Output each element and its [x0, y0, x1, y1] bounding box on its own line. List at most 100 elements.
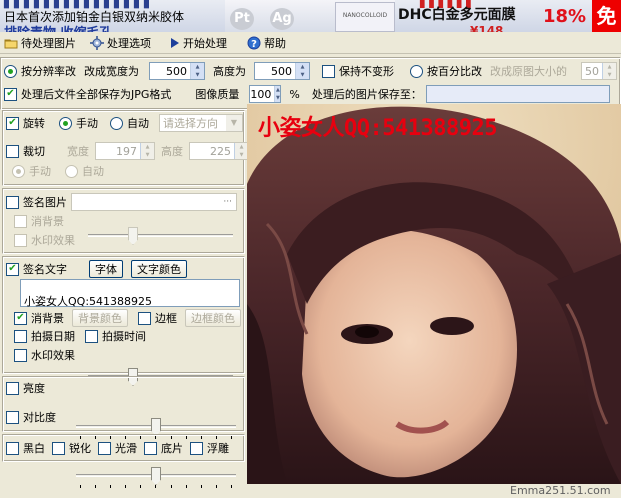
sign-text-watermark-checkbox[interactable] — [14, 348, 27, 362]
sign-text-watermark-row: 水印效果 — [14, 347, 75, 363]
shot-date-checkbox[interactable] — [14, 329, 27, 343]
menu-label: 开始处理 — [183, 37, 227, 50]
rotate-manual-label: 手动 — [76, 117, 98, 130]
crop-width-spinner[interactable]: 197 ▲ ▼ — [95, 142, 155, 160]
resolution-label: 按分辨率改 — [21, 65, 76, 78]
percent-label: 按百分比改 — [427, 65, 482, 78]
slider-thumb[interactable] — [151, 467, 161, 485]
rotate-auto-radio[interactable] — [110, 116, 123, 130]
sign-text-remove-bg-checkbox[interactable]: ✔ — [14, 311, 27, 325]
effect-emboss-checkbox[interactable] — [190, 441, 203, 455]
crop-height-spinner[interactable]: 225 ▲ ▼ — [189, 142, 249, 160]
crop-checkbox[interactable] — [6, 144, 19, 158]
sign-image-checkbox[interactable] — [6, 195, 19, 209]
keep-ratio-label: 保持不变形 — [339, 65, 394, 78]
crop-mode-row: 手动 自动 — [12, 163, 104, 179]
brightness-slider[interactable] — [76, 416, 236, 439]
menu-help[interactable]: ? 帮助 — [247, 35, 286, 51]
percent-radio[interactable] — [410, 64, 423, 78]
border-color-button[interactable]: 边框颜色 — [185, 309, 241, 327]
quality-label: 图像质量 — [195, 88, 240, 101]
crop-height-value: 225 — [210, 144, 231, 158]
output-row: ✔ 处理后文件全部保存为JPG格式 图像质量 100 ▲ ▼ % 处理后的图片保存… — [4, 85, 610, 103]
rotate-auto-label: 自动 — [127, 117, 149, 130]
sign-image-remove-bg-checkbox[interactable] — [14, 214, 27, 228]
sign-image-remove-bg-label: 消背景 — [31, 215, 64, 228]
rotate-direction-value: 请选择方向 — [163, 117, 218, 130]
brightness-checkbox[interactable] — [6, 381, 19, 395]
text-color-button[interactable]: 文字颜色 — [131, 260, 187, 278]
rotate-direction-select[interactable]: 请选择方向 ▼ — [159, 114, 243, 132]
percent-spinner[interactable]: 50 ▲ ▼ — [581, 62, 617, 80]
sign-image-row: 签名图片 ··· — [6, 193, 237, 211]
menu-start[interactable]: 开始处理 — [170, 35, 227, 51]
crop-width-label: 宽度 — [67, 145, 89, 158]
effect-smooth-checkbox[interactable] — [98, 441, 111, 455]
image-credit: Emma251.51.com — [510, 484, 611, 497]
contrast-slider[interactable] — [76, 465, 236, 488]
menu-options[interactable]: 处理选项 — [90, 35, 151, 51]
quality-unit: % — [289, 87, 300, 101]
jpg-label: 处理后文件全部保存为JPG格式 — [21, 88, 172, 101]
rotate-manual-radio[interactable] — [59, 116, 72, 130]
rotate-label: 旋转 — [23, 117, 45, 130]
sign-text-remove-bg-label: 消背景 — [31, 312, 64, 325]
height-label: 高度为 — [213, 65, 246, 78]
crop-height-label: 高度 — [161, 145, 183, 158]
sign-image-label: 签名图片 — [23, 196, 67, 209]
banner-price: ¥148 — [470, 24, 504, 32]
width-value: 500 — [166, 64, 187, 78]
crop-width-value: 197 — [116, 144, 137, 158]
effect-bw-label: 黑白 — [23, 442, 45, 455]
height-spinner[interactable]: 500 ▲ ▼ — [254, 62, 310, 80]
effects-row: 黑白 锐化 光滑 底片 浮雕 — [6, 440, 229, 456]
font-button[interactable]: 字体 — [89, 260, 123, 278]
effect-smooth-label: 光滑 — [115, 442, 137, 455]
settings-icon — [90, 36, 104, 50]
resolution-radio[interactable] — [4, 64, 17, 78]
preview-watermark-text: 小姿女人QQ:541388925 — [258, 116, 497, 141]
effect-bw-checkbox[interactable] — [6, 441, 19, 455]
border-checkbox[interactable] — [138, 311, 151, 325]
slider-thumb[interactable] — [128, 227, 138, 245]
jpg-checkbox[interactable]: ✔ — [4, 87, 17, 101]
shot-time-checkbox[interactable] — [85, 329, 98, 343]
banner-free-badge: 免 — [592, 0, 621, 32]
sign-image-watermark-slider[interactable] — [88, 225, 233, 245]
sign-text-input[interactable]: 小姿女人QQ:541388925 — [20, 279, 240, 308]
save-path-field[interactable] — [425, 85, 610, 103]
slider-ticks — [80, 485, 232, 488]
sign-text-row: ✔ 签名文字 字体 文字颜色 — [6, 260, 187, 278]
brightness-label: 亮度 — [23, 382, 45, 395]
effect-sharpen-checkbox[interactable] — [52, 441, 65, 455]
contrast-row: 对比度 — [6, 409, 56, 425]
sign-image-path-field[interactable]: ··· — [71, 193, 237, 211]
menu-pending-images[interactable]: 待处理图片 — [4, 35, 76, 51]
folder-icon — [4, 37, 18, 49]
percent-value: 50 — [585, 64, 599, 78]
quality-spinner[interactable]: 100 ▲ ▼ — [249, 85, 282, 103]
sign-image-bg-row: 消背景 — [14, 213, 64, 229]
top-ad-banner[interactable]: ▌▌▌▌▌▌▌▌▌▌▌▌▌▌▌ 日本首次添加铂金白银双纳米胶体 排除毒物 收缩毛… — [0, 0, 621, 32]
silver-badge: Ag — [270, 8, 294, 30]
sign-text-checkbox[interactable]: ✔ — [6, 262, 19, 276]
options-column: ✔ 旋转 手动 自动 请选择方向 ▼ 裁切 宽度 197 ▲ ▼ 高度 225 ▲… — [0, 110, 249, 498]
width-spinner[interactable]: 500 ▲ ▼ — [149, 62, 205, 80]
banner-product-title: DHC白金多元面膜 — [398, 7, 516, 23]
sign-image-watermark-checkbox[interactable] — [14, 233, 27, 247]
crop-auto-radio[interactable] — [65, 164, 78, 178]
effect-negative-checkbox[interactable] — [144, 441, 157, 455]
browse-button[interactable]: ··· — [223, 197, 236, 207]
crop-manual-radio[interactable] — [12, 164, 25, 178]
bg-color-button[interactable]: 背景颜色 — [72, 309, 128, 327]
border-label: 边框 — [155, 312, 177, 325]
rotate-checkbox[interactable]: ✔ — [6, 116, 19, 130]
contrast-checkbox[interactable] — [6, 410, 19, 424]
crop-row: 裁切 宽度 197 ▲ ▼ 高度 225 ▲ ▼ — [6, 142, 249, 160]
banner-slogan: 排除毒物 收缩毛孔 — [4, 22, 113, 32]
brightness-row: 亮度 — [6, 380, 45, 396]
keep-ratio-checkbox[interactable] — [322, 64, 335, 78]
menu-label: 待处理图片 — [21, 37, 76, 50]
preview-image — [247, 104, 621, 484]
menu-label: 处理选项 — [107, 37, 151, 50]
